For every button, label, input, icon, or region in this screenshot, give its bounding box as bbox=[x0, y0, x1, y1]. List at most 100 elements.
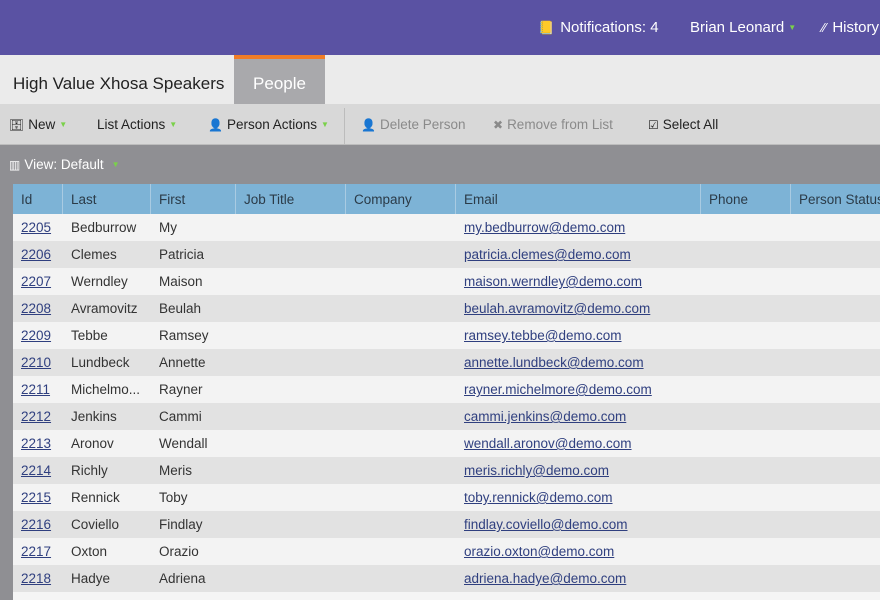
select-all-button[interactable]: ☑ Select All bbox=[648, 117, 718, 132]
cell-email[interactable]: orazio.oxton@demo.com bbox=[456, 538, 701, 565]
cell-last: Michelmo... bbox=[71, 382, 141, 397]
remove-from-list-button[interactable]: ✖ Remove from List bbox=[493, 117, 613, 132]
cell-last: Jenkins bbox=[71, 409, 117, 424]
person-icon: 👤 bbox=[208, 117, 223, 132]
table-row[interactable]: 2209 Tebbe Ramsey ramsey.tebbe@demo.com bbox=[13, 322, 880, 349]
table-row[interactable]: 2211 Michelmo... Rayner rayner.michelmore@d… bbox=[13, 376, 880, 403]
table-row[interactable]: 2214 Richly Meris meris.richly@demo.com bbox=[13, 457, 880, 484]
caret-down-icon: ▼ bbox=[169, 120, 178, 129]
cell-email[interactable]: beulah.avramovitz@demo.com bbox=[456, 295, 701, 322]
cell-email[interactable]: toby.rennick@demo.com bbox=[456, 484, 701, 511]
cell-first: Cammi bbox=[159, 409, 202, 424]
cell-first: Orazio bbox=[159, 544, 199, 559]
cell-email[interactable]: findlay.coviello@demo.com bbox=[456, 511, 701, 538]
cell-id[interactable]: 2208 bbox=[13, 295, 63, 322]
cell-first: Findlay bbox=[159, 517, 203, 532]
cell-email[interactable]: ramsey.tebbe@demo.com bbox=[456, 322, 701, 349]
table-row[interactable]: 2218 Hadye Adriena adriena.hadye@demo.com bbox=[13, 565, 880, 592]
cell-last: Oxton bbox=[71, 544, 108, 559]
cell-id[interactable]: 2212 bbox=[13, 403, 63, 430]
history-button[interactable]: ⁄⁄ History bbox=[822, 19, 879, 36]
table-row[interactable]: 2210 Lundbeck Annette annette.lundbeck@demo… bbox=[13, 349, 880, 376]
cell-id[interactable]: 2210 bbox=[13, 349, 63, 376]
table-row[interactable]: 2208 Avramovitz Beulah beulah.avramovitz@de… bbox=[13, 295, 880, 322]
people-grid: Id Last First Job Title Company Email Ph… bbox=[13, 184, 880, 600]
delete-person-label: Delete Person bbox=[379, 117, 466, 132]
table-row[interactable]: 2205 Bedburrow My my.bedburrow@demo.com bbox=[13, 214, 880, 241]
cell-last: Lundbeck bbox=[71, 355, 130, 370]
cell-email[interactable]: maison.werndley@demo.com bbox=[456, 268, 701, 295]
cell-email[interactable]: meris.richly@demo.com bbox=[456, 457, 701, 484]
cell-email[interactable]: patricia.clemes@demo.com bbox=[456, 241, 701, 268]
cell-id[interactable]: 2211 bbox=[13, 376, 63, 403]
cell-id[interactable]: 2216 bbox=[13, 511, 63, 538]
cell-last: Coviello bbox=[71, 517, 120, 532]
tab-row: High Value Xhosa Speakers People bbox=[0, 55, 880, 104]
caret-down-icon: ▼ bbox=[59, 120, 68, 129]
column-header-email[interactable]: Email bbox=[456, 184, 701, 214]
column-header-id[interactable]: Id bbox=[13, 184, 63, 214]
remove-icon: ✖ bbox=[493, 117, 504, 132]
cell-email[interactable]: rayner.michelmore@demo.com bbox=[456, 376, 701, 403]
table-row[interactable]: 2216 Coviello Findlay findlay.coviello@demo… bbox=[13, 511, 880, 538]
history-label: History bbox=[832, 19, 880, 36]
tab-people[interactable]: People bbox=[234, 55, 325, 104]
column-header-first[interactable]: First bbox=[151, 184, 236, 214]
delete-person-icon: 👤 bbox=[361, 117, 376, 132]
columns-icon: ▥ bbox=[9, 157, 21, 172]
table-row[interactable]: 2217 Oxton Orazio orazio.oxton@demo.com bbox=[13, 538, 880, 565]
column-header-company[interactable]: Company bbox=[346, 184, 456, 214]
cell-last: Werndley bbox=[71, 274, 128, 289]
cell-email[interactable]: wendall.aronov@demo.com bbox=[456, 430, 701, 457]
toolbar-divider bbox=[344, 108, 345, 144]
cell-email[interactable]: adriena.hadye@demo.com bbox=[456, 565, 701, 592]
cell-email[interactable]: annette.lundbeck@demo.com bbox=[456, 349, 701, 376]
select-all-label: Select All bbox=[662, 117, 719, 132]
checkbox-icon: ☑ bbox=[648, 117, 659, 132]
notifications-button[interactable]: 📒 Notifications: 4 bbox=[538, 19, 659, 36]
cell-email[interactable]: my.bedburrow@demo.com bbox=[456, 214, 701, 241]
cell-id[interactable]: 2215 bbox=[13, 484, 63, 511]
column-header-phone[interactable]: Phone bbox=[701, 184, 791, 214]
table-row[interactable]: 2206 Clemes Patricia patricia.clemes@demo.c… bbox=[13, 241, 880, 268]
cell-last: Bedburrow bbox=[71, 220, 137, 235]
cell-id[interactable]: 2214 bbox=[13, 457, 63, 484]
top-bar: 📒 Notifications: 4 Brian Leonard ▼ ⁄⁄ Hi… bbox=[0, 0, 880, 55]
user-name: Brian Leonard bbox=[690, 19, 785, 36]
cell-first: Wendall bbox=[159, 436, 208, 451]
table-row[interactable]: 2213 Aronov Wendall wendall.aronov@demo.com bbox=[13, 430, 880, 457]
table-row[interactable]: 2207 Werndley Maison maison.werndley@demo.c… bbox=[13, 268, 880, 295]
cell-id[interactable]: 2209 bbox=[13, 322, 63, 349]
cell-first: Maison bbox=[159, 274, 203, 289]
cell-id[interactable]: 2217 bbox=[13, 538, 63, 565]
person-actions-button[interactable]: 👤 Person Actions ▼ bbox=[208, 117, 329, 132]
table-row[interactable]: 2212 Jenkins Cammi cammi.jenkins@demo.com bbox=[13, 403, 880, 430]
table-row[interactable]: 2215 Rennick Toby toby.rennick@demo.com bbox=[13, 484, 880, 511]
cell-first: Patricia bbox=[159, 247, 205, 262]
cell-id[interactable]: 2207 bbox=[13, 268, 63, 295]
cell-id[interactable]: 2218 bbox=[13, 565, 63, 592]
view-selector[interactable]: ▥ View: Default ▼ bbox=[9, 157, 120, 172]
cell-email[interactable]: cammi.jenkins@demo.com bbox=[456, 403, 701, 430]
cell-first: Ramsey bbox=[159, 328, 209, 343]
column-header-last[interactable]: Last bbox=[63, 184, 151, 214]
caret-down-icon: ▼ bbox=[111, 160, 120, 169]
cell-id[interactable]: 2213 bbox=[13, 430, 63, 457]
column-header-person-status[interactable]: Person Status bbox=[791, 184, 880, 214]
cell-first: My bbox=[159, 220, 177, 235]
column-header-job-title[interactable]: Job Title bbox=[236, 184, 346, 214]
cell-first: Beulah bbox=[159, 301, 202, 316]
view-label: View: Default bbox=[24, 157, 104, 172]
cell-last: Clemes bbox=[71, 247, 117, 262]
new-button[interactable]: 🗄 New ▼ bbox=[9, 117, 67, 132]
cell-first: Adriena bbox=[159, 571, 206, 586]
cell-last: Avramovitz bbox=[71, 301, 138, 316]
delete-person-button[interactable]: 👤 Delete Person bbox=[361, 117, 466, 132]
list-actions-button[interactable]: List Actions ▼ bbox=[97, 117, 177, 132]
cell-id[interactable]: 2206 bbox=[13, 241, 63, 268]
user-menu-button[interactable]: Brian Leonard ▼ bbox=[690, 19, 796, 36]
cell-last: Rennick bbox=[71, 490, 120, 505]
list-actions-label: List Actions bbox=[97, 117, 166, 132]
tab-list-title[interactable]: High Value Xhosa Speakers bbox=[13, 74, 224, 94]
cell-id[interactable]: 2205 bbox=[13, 214, 63, 241]
